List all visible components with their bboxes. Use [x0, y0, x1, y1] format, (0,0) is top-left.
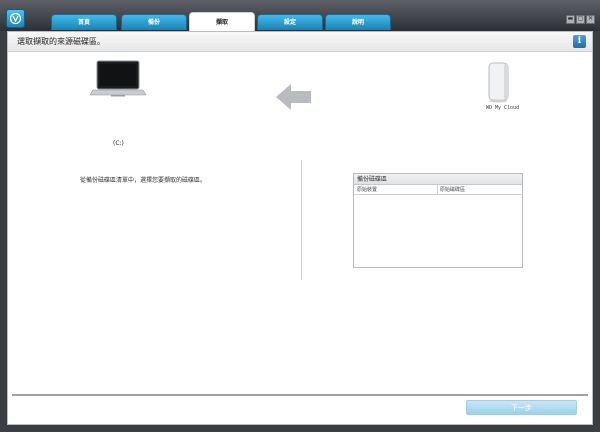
- volume-list-title: 備份磁碟區: [354, 174, 522, 185]
- wd-logo-icon: [6, 9, 25, 28]
- column-original-volume[interactable]: 原始磁碟區: [440, 186, 465, 193]
- minimize-button[interactable]: ▬: [566, 15, 575, 24]
- step-header: 選取擷取的來源磁碟區。 i: [8, 32, 592, 52]
- column-separator: [437, 185, 438, 194]
- maximize-icon: ▢: [577, 15, 584, 22]
- target-device-label: WD My Cloud: [486, 105, 520, 111]
- vertical-divider: [301, 160, 302, 280]
- tab-retrieve[interactable]: 擷取: [189, 12, 255, 31]
- footer-divider: [12, 394, 588, 396]
- app-window: 首頁 備份 擷取 設定 說明 ▬ ▢ ✕ 選取擷取的來源磁碟區。 i WD My…: [0, 0, 600, 432]
- volume-list-header: 原始裝置 原始磁碟區: [354, 185, 522, 195]
- column-original-device[interactable]: 原始裝置: [357, 186, 377, 193]
- arrow-left-icon: [276, 82, 312, 116]
- minimize-icon: ▬: [567, 15, 574, 22]
- source-drive-label: (C:): [113, 140, 124, 147]
- tab-home[interactable]: 首頁: [51, 14, 117, 30]
- next-button[interactable]: 下一步: [466, 400, 577, 415]
- tab-help[interactable]: 說明: [325, 14, 391, 30]
- tab-settings[interactable]: 設定: [257, 14, 323, 30]
- tab-backup[interactable]: 備份: [121, 14, 187, 30]
- backup-volume-list[interactable]: 備份磁碟區 原始裝置 原始磁碟區: [353, 173, 523, 268]
- maximize-button[interactable]: ▢: [576, 15, 585, 24]
- main-panel: 選取擷取的來源磁碟區。 i WD My Cloud (C:) 從備份磁碟區清單中…: [7, 31, 593, 425]
- info-icon[interactable]: i: [573, 35, 586, 48]
- title-bar: 首頁 備份 擷取 設定 說明 ▬ ▢ ✕: [0, 0, 600, 31]
- window-controls: ▬ ▢ ✕: [565, 9, 595, 28]
- step-title: 選取擷取的來源磁碟區。: [17, 37, 105, 46]
- close-icon: ✕: [587, 15, 594, 22]
- instruction-text: 從備份磁碟區清單中，選擇您要擷取的磁碟區。: [80, 177, 207, 184]
- laptop-icon[interactable]: [89, 60, 147, 104]
- nas-drive-icon[interactable]: [486, 60, 512, 108]
- close-button[interactable]: ✕: [586, 15, 595, 24]
